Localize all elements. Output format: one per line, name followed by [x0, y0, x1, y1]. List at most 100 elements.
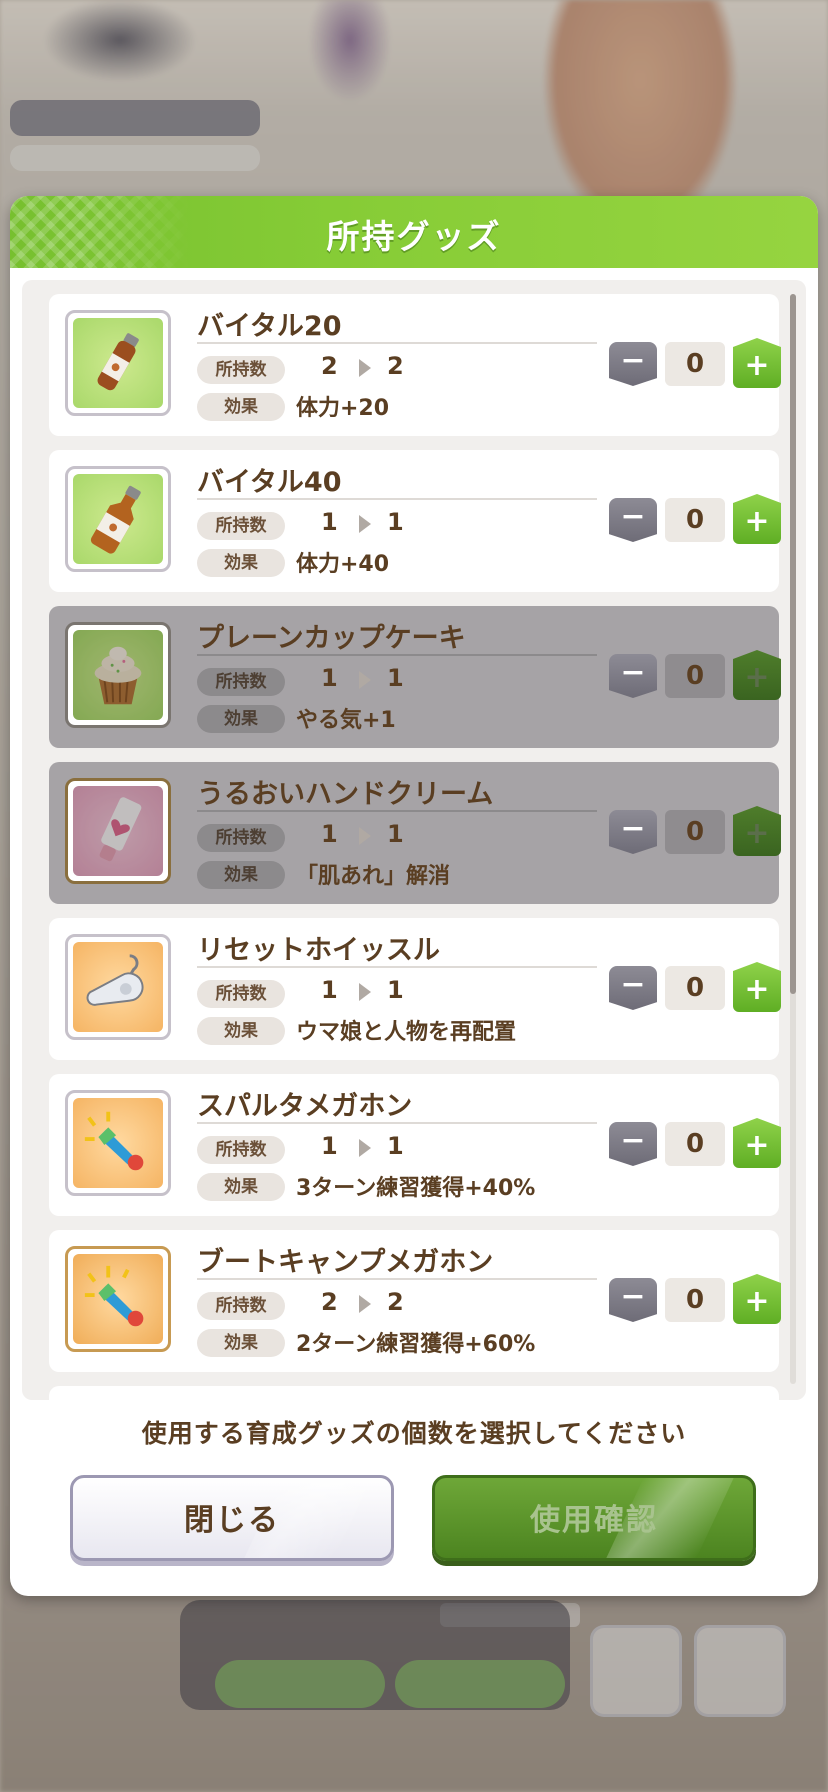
- owned-label: 所持数: [197, 668, 285, 696]
- divider: [197, 654, 597, 656]
- list-item: リセットホイッスル 所持数 1 1 効果 ウマ娘と人物を再配置 − 0 +: [49, 918, 781, 1060]
- effect-label: 効果: [197, 705, 285, 733]
- owned-count-before: 1: [321, 508, 338, 536]
- owned-goods-dialog: 所持グッズ バイタル20 所持数 2 2 効果 体力+20 − 0 + バイタル…: [10, 196, 818, 1596]
- owned-count-before: 2: [321, 1288, 338, 1316]
- owned-label: 所持数: [197, 512, 285, 540]
- list-item: [49, 1386, 779, 1400]
- effect-label: 効果: [197, 861, 285, 889]
- owned-count-after: 1: [387, 976, 404, 1004]
- use-count: 0: [665, 1278, 725, 1322]
- effect-value: 体力+20: [296, 396, 390, 421]
- increase-button[interactable]: +: [733, 1274, 781, 1324]
- close-button[interactable]: 閉じる: [70, 1475, 394, 1561]
- divider: [197, 1122, 597, 1124]
- effect-value: 2ターン練習獲得+60%: [296, 1332, 536, 1357]
- cupcake-icon: [94, 646, 142, 705]
- effect-value: 「肌あれ」解消: [296, 864, 451, 889]
- item-thumbnail: [65, 778, 171, 884]
- increase-button[interactable]: +: [733, 338, 781, 388]
- arrow-right-icon: [359, 983, 371, 1001]
- goods-list[interactable]: バイタル20 所持数 2 2 効果 体力+20 − 0 + バイタル40 所持数…: [22, 280, 806, 1400]
- increase-button[interactable]: +: [733, 806, 781, 856]
- decrease-button[interactable]: −: [609, 1278, 657, 1322]
- confirm-use-button[interactable]: 使用確認: [432, 1475, 756, 1561]
- decrease-button[interactable]: −: [609, 498, 657, 542]
- decrease-button[interactable]: −: [609, 810, 657, 854]
- arrow-right-icon: [359, 515, 371, 533]
- divider: [197, 810, 597, 812]
- effect-label: 効果: [197, 1329, 285, 1357]
- whistle-icon: [86, 954, 144, 1006]
- arrow-right-icon: [359, 827, 371, 845]
- owned-count-before: 1: [321, 664, 338, 692]
- increase-button[interactable]: +: [733, 650, 781, 700]
- increase-button[interactable]: +: [733, 494, 781, 544]
- owned-count-after: 1: [387, 508, 404, 536]
- use-count: 0: [665, 342, 725, 386]
- item-name: スパルタメガホン: [197, 1091, 413, 1122]
- owned-label: 所持数: [197, 356, 285, 384]
- divider: [197, 1278, 597, 1280]
- use-count: 0: [665, 1122, 725, 1166]
- owned-count-after: 1: [387, 820, 404, 848]
- effect-label: 効果: [197, 393, 285, 421]
- item-name: プレーンカップケーキ: [197, 623, 466, 654]
- dialog-title: 所持グッズ: [326, 217, 502, 256]
- owned-count-before: 2: [321, 352, 338, 380]
- list-item: うるおいハンドクリーム 所持数 1 1 効果 「肌あれ」解消 − 0 +: [49, 762, 781, 904]
- item-name: バイタル20: [197, 311, 342, 342]
- owned-count-after: 2: [387, 1288, 404, 1316]
- effect-value: やる気+1: [296, 708, 396, 733]
- item-thumbnail: [65, 1090, 171, 1196]
- decrease-button[interactable]: −: [609, 654, 657, 698]
- effect-value: ウマ娘と人物を再配置: [296, 1020, 517, 1045]
- decrease-button[interactable]: −: [609, 1122, 657, 1166]
- arrow-right-icon: [359, 671, 371, 689]
- owned-count-before: 1: [321, 976, 338, 1004]
- list-item: ブートキャンプメガホン 所持数 2 2 効果 2ターン練習獲得+60% − 0 …: [49, 1230, 781, 1372]
- decrease-button[interactable]: −: [609, 342, 657, 386]
- item-name: うるおいハンドクリーム: [197, 779, 494, 810]
- list-item: バイタル40 所持数 1 1 効果 体力+40 − 0 +: [49, 450, 781, 592]
- owned-count-after: 1: [387, 1132, 404, 1160]
- scrollbar-thumb[interactable]: [790, 294, 796, 994]
- item-thumbnail: [65, 466, 171, 572]
- use-count: 0: [665, 966, 725, 1010]
- bottle-icon: [90, 485, 141, 554]
- megaphone-gold-icon: [84, 1265, 144, 1327]
- arrow-right-icon: [359, 1295, 371, 1313]
- owned-label: 所持数: [197, 1292, 285, 1320]
- divider: [197, 966, 597, 968]
- effect-value: 体力+40: [296, 552, 390, 577]
- use-count: 0: [665, 654, 725, 698]
- increase-button[interactable]: +: [733, 962, 781, 1012]
- effect-label: 効果: [197, 1173, 285, 1201]
- close-button-label: 閉じる: [184, 1503, 280, 1538]
- item-thumbnail: [65, 934, 171, 1040]
- dialog-header: 所持グッズ: [10, 196, 818, 268]
- item-thumbnail: [65, 310, 171, 416]
- effect-label: 効果: [197, 549, 285, 577]
- divider: [197, 342, 597, 344]
- owned-count-before: 1: [321, 820, 338, 848]
- confirm-button-label: 使用確認: [530, 1503, 658, 1538]
- increase-button[interactable]: +: [733, 1118, 781, 1168]
- owned-count-after: 1: [387, 664, 404, 692]
- arrow-right-icon: [359, 1139, 371, 1157]
- small-bottle-icon: [97, 333, 139, 391]
- arrow-right-icon: [359, 359, 371, 377]
- effect-label: 効果: [197, 1017, 285, 1045]
- decrease-button[interactable]: −: [609, 966, 657, 1010]
- megaphone-icon: [84, 1111, 144, 1171]
- item-name: ブートキャンプメガホン: [197, 1247, 494, 1278]
- item-name: バイタル40: [197, 467, 342, 498]
- item-thumbnail: [65, 622, 171, 728]
- divider: [197, 498, 597, 500]
- effect-value: 3ターン練習獲得+40%: [296, 1176, 536, 1201]
- hand-cream-icon: [99, 797, 142, 862]
- item-thumbnail: [65, 1246, 171, 1352]
- instruction-text: 使用する育成グッズの個数を選択してください: [141, 1419, 687, 1448]
- use-count: 0: [665, 810, 725, 854]
- list-item: バイタル20 所持数 2 2 効果 体力+20 − 0 +: [49, 294, 781, 436]
